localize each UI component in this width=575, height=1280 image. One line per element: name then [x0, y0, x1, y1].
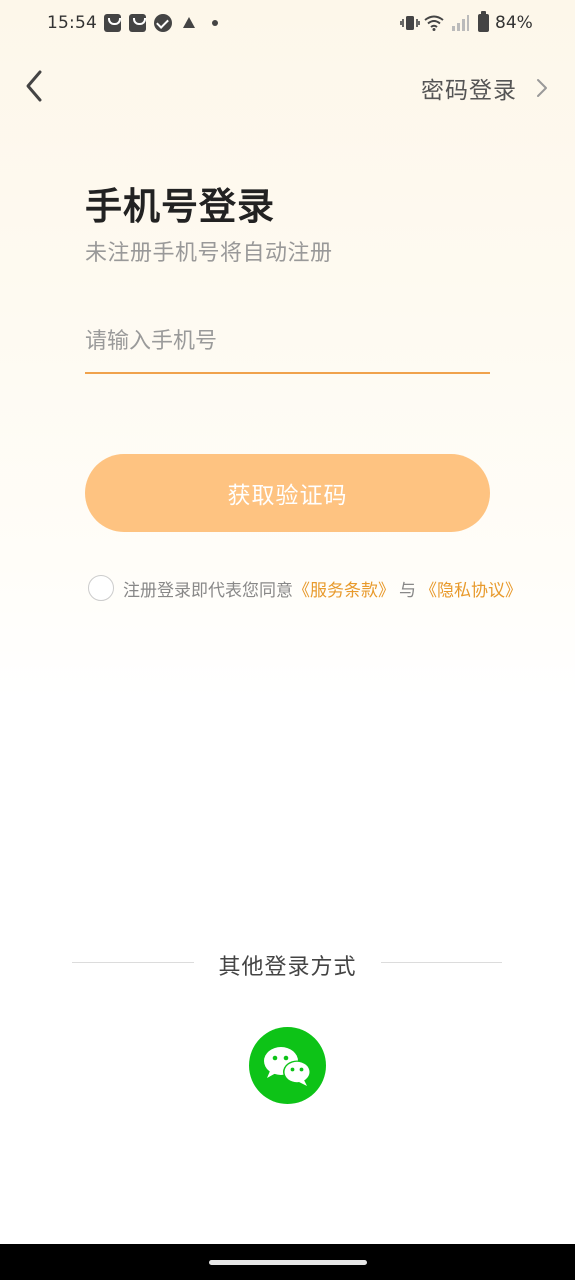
- password-login-label: 密码登录: [421, 78, 517, 104]
- system-nav-bar: [0, 1244, 575, 1280]
- page-title: 手机号登录: [85, 185, 275, 228]
- chevron-left-icon: [26, 70, 42, 102]
- home-indicator[interactable]: [209, 1260, 367, 1265]
- status-bar: 15:54 84%: [0, 0, 575, 48]
- warning-icon: [183, 17, 195, 28]
- back-button[interactable]: [20, 68, 50, 104]
- wifi-icon: [424, 15, 444, 31]
- battery-level: 84%: [495, 13, 533, 33]
- terms-link[interactable]: 《服务条款》: [293, 576, 395, 601]
- check-circle-icon: [154, 14, 172, 32]
- divider-right: [381, 962, 502, 963]
- phone-input[interactable]: [85, 316, 490, 366]
- agree-checkbox[interactable]: [88, 575, 114, 601]
- vibrate-icon: [400, 16, 420, 30]
- signal-icon: [452, 15, 469, 31]
- agreement-text: 注册登录即代表您同意: [123, 580, 293, 601]
- privacy-link[interactable]: 《隐私协议》: [420, 576, 522, 601]
- dot-icon: [212, 20, 218, 26]
- chevron-right-icon: [537, 79, 547, 97]
- other-login-label: 其他登录方式: [218, 955, 357, 980]
- phone-field: [85, 316, 490, 374]
- battery-icon: [478, 11, 489, 32]
- get-code-button[interactable]: 获取验证码: [85, 454, 490, 532]
- password-login-link[interactable]: 密码登录: [421, 72, 549, 104]
- shopping-bag-icon: [104, 14, 121, 32]
- page-subtitle: 未注册手机号将自动注册: [85, 241, 333, 266]
- shopping-bag-icon: [129, 14, 146, 32]
- agreement-conjunction: 与: [399, 580, 416, 601]
- wechat-icon: [264, 1047, 311, 1086]
- status-time: 15:54: [47, 13, 97, 33]
- agreement-row: 注册登录即代表您同意 《服务条款》 与 《隐私协议》: [88, 574, 522, 602]
- wechat-login-button[interactable]: [249, 1027, 326, 1104]
